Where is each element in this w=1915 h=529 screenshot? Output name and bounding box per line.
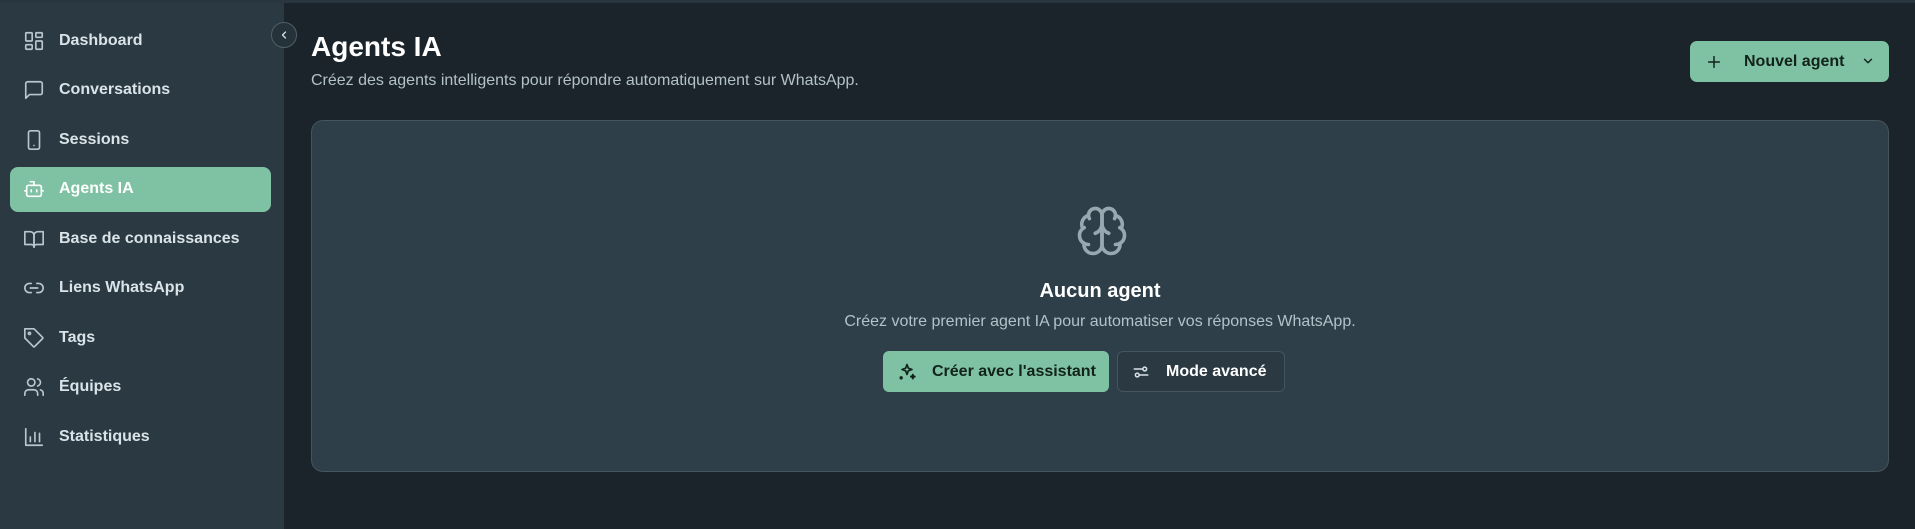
new-agent-label: Nouvel agent xyxy=(1744,52,1845,70)
bar-chart-icon xyxy=(23,426,45,448)
tag-icon xyxy=(23,327,45,349)
sidebar-item-statistiques[interactable]: Statistiques xyxy=(10,414,271,459)
empty-state-title: Aucun agent xyxy=(1039,280,1161,302)
sidebar-item-label: Agents IA xyxy=(59,180,134,197)
sidebar-nav: Dashboard Conversations Sessions Agents … xyxy=(10,18,271,464)
advanced-button-label: Mode avancé xyxy=(1166,362,1267,380)
collapse-sidebar-button[interactable] xyxy=(271,22,297,48)
users-icon xyxy=(23,376,45,398)
sparkles-icon xyxy=(897,362,917,382)
page-title: Agents IA xyxy=(311,31,442,62)
sidebar-item-label: Équipes xyxy=(59,378,122,395)
sidebar-item-equipes[interactable]: Équipes xyxy=(10,365,271,410)
plus-icon xyxy=(1706,54,1722,70)
link-icon xyxy=(23,277,45,299)
empty-state-card: Aucun agent Créez votre premier agent IA… xyxy=(311,120,1889,472)
sidebar-item-dashboard[interactable]: Dashboard xyxy=(10,18,271,63)
smartphone-icon xyxy=(23,129,45,151)
sidebar-item-label: Statistiques xyxy=(59,427,150,445)
sidebar-item-tags[interactable]: Tags xyxy=(10,315,271,360)
sidebar-item-liens-whatsapp[interactable]: Liens WhatsApp xyxy=(10,266,271,311)
layout-grid-icon xyxy=(23,30,45,52)
sidebar-item-base-de-connaissances[interactable]: Base de connaissances xyxy=(10,216,271,261)
sidebar-item-label: Base de connaissances xyxy=(59,229,240,247)
sidebar-item-label: Conversations xyxy=(59,81,171,98)
sidebar-item-label: Tags xyxy=(59,328,96,346)
empty-state-description: Créez votre premier agent IA pour automa… xyxy=(844,313,1356,330)
sidebar: Dashboard Conversations Sessions Agents … xyxy=(0,3,284,529)
sidebar-item-label: Dashboard xyxy=(59,31,143,49)
message-square-icon xyxy=(23,79,45,101)
sidebar-item-label: Liens WhatsApp xyxy=(59,279,185,296)
new-agent-button[interactable]: Nouvel agent xyxy=(1690,41,1889,82)
chevron-left-icon xyxy=(281,31,287,39)
create-with-assistant-button[interactable]: Créer avec l'assistant xyxy=(883,351,1109,392)
sidebar-item-agents-ia[interactable]: Agents IA xyxy=(10,166,271,212)
assistant-button-label: Créer avec l'assistant xyxy=(932,362,1096,380)
page-subtitle: Créez des agents intelligents pour répon… xyxy=(311,72,859,89)
brain-icon xyxy=(1075,204,1129,258)
chevron-down-icon[interactable] xyxy=(1861,54,1875,68)
book-open-icon xyxy=(23,228,45,250)
sidebar-item-label: Sessions xyxy=(59,130,130,148)
advanced-mode-button[interactable]: Mode avancé xyxy=(1117,351,1285,392)
sidebar-item-sessions[interactable]: Sessions xyxy=(10,117,271,162)
bot-icon xyxy=(23,178,45,200)
sliders-icon xyxy=(1132,363,1150,381)
sidebar-item-conversations[interactable]: Conversations xyxy=(10,68,271,113)
main-content: Agents IA Créez des agents intelligents … xyxy=(284,3,1915,529)
